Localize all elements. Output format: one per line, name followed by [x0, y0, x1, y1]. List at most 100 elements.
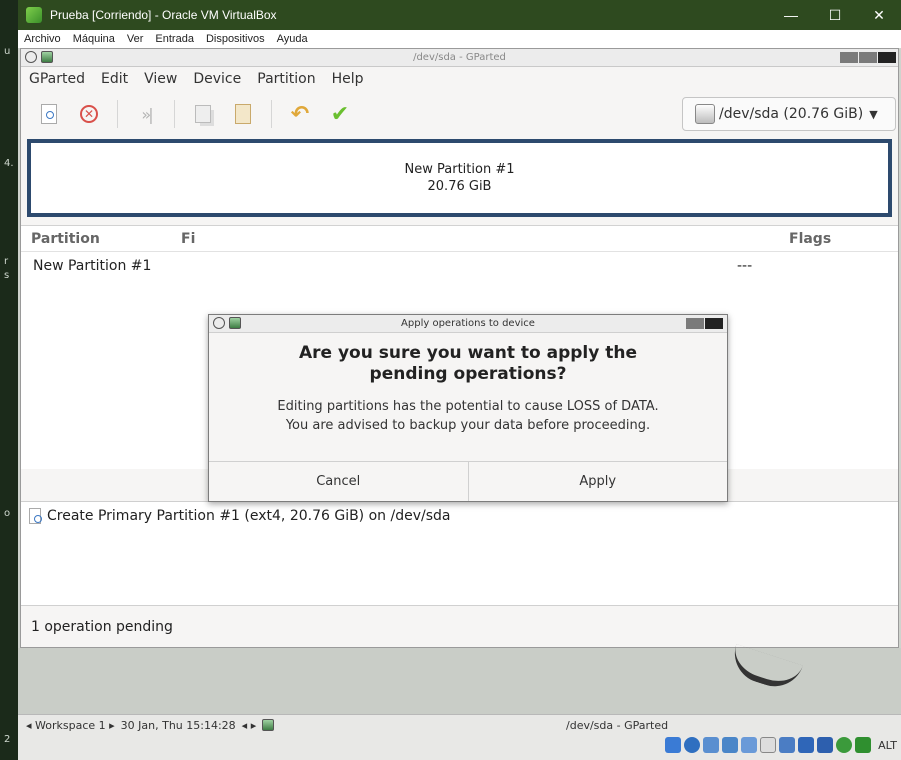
undo-button[interactable]: ↶ [288, 101, 312, 127]
dialog-maximize-button[interactable] [686, 318, 704, 329]
workspace-switcher[interactable]: ◂ Workspace 1 ▸ [26, 719, 115, 732]
paste-icon [235, 104, 251, 124]
menu-partition[interactable]: Partition [257, 71, 315, 87]
status-bar: 1 operation pending [21, 605, 898, 647]
window-controls: — ☐ ✕ [769, 0, 901, 30]
gparted-title-bar[interactable]: /dev/sda - GParted [21, 49, 898, 67]
menu-dispositivos[interactable]: Dispositivos [206, 33, 265, 45]
gparted-task-icon[interactable] [262, 719, 275, 731]
host-edge-glyph: 2 [4, 734, 11, 745]
virtualbox-app-icon [26, 7, 42, 23]
column-header-flags[interactable]: Flags [789, 231, 831, 247]
status-text: 1 operation pending [31, 618, 173, 635]
dialog-heading: Are you sure you want to apply the pendi… [298, 343, 638, 384]
host-edge-glyph: s [4, 270, 10, 281]
window-menu-icon[interactable] [213, 317, 225, 329]
menu-entrada[interactable]: Entrada [155, 33, 194, 45]
dialog-body: Editing partitions has the potential to … [209, 397, 727, 435]
undo-icon: ↶ [290, 101, 310, 127]
paste-button[interactable] [231, 102, 255, 126]
column-header-partition[interactable]: Partition [31, 231, 100, 247]
cpu-tray-icon[interactable] [817, 737, 834, 753]
apply-button[interactable]: Apply [467, 462, 727, 501]
usb-tray-icon[interactable] [703, 737, 720, 753]
dialog-body-line: Editing partitions has the potential to … [277, 399, 659, 414]
recording-tray-icon[interactable] [836, 737, 853, 753]
dialog-title-bar[interactable]: Apply operations to device [209, 315, 727, 333]
menu-view[interactable]: View [144, 71, 177, 87]
guest-display: /dev/sda - GParted GParted Edit View Dev… [18, 48, 901, 760]
menu-ver[interactable]: Ver [127, 33, 144, 45]
new-partition-button[interactable] [37, 102, 61, 126]
screen-tray-icon[interactable] [779, 737, 796, 753]
optical-drive-tray-icon[interactable] [684, 737, 701, 753]
guest-taskbar: ◂ Workspace 1 ▸ 30 Jan, Thu 15:14:28 ◂ ▸… [18, 714, 901, 760]
network-tray-icon[interactable] [722, 737, 739, 753]
toolbar-separator [174, 100, 175, 128]
disk-graph-partition-name: New Partition #1 [404, 162, 515, 177]
operation-text: Create Primary Partition #1 (ext4, 20.76… [47, 508, 451, 524]
menu-ayuda[interactable]: Ayuda [277, 33, 308, 45]
checkmark-icon: ✔ [330, 101, 350, 127]
toolbar-separator [271, 100, 272, 128]
new-partition-icon [41, 104, 57, 124]
minimize-button[interactable]: — [769, 0, 813, 30]
host-edge-glyph: 4. [4, 158, 14, 169]
audio-tray-icon[interactable] [665, 737, 682, 753]
cancel-button[interactable]: Cancel [209, 462, 468, 501]
menu-edit[interactable]: Edit [101, 71, 128, 87]
virtualbox-menu-bar: Archivo Máquina Ver Entrada Dispositivos… [18, 30, 901, 48]
maximize-button[interactable]: ☐ [813, 0, 857, 30]
device-selector-label: /dev/sda (20.76 GiB) [719, 106, 864, 122]
shared-folder-tray-icon[interactable] [741, 737, 758, 753]
chevron-down-icon: ▼ [869, 107, 878, 121]
gparted-maximize-button[interactable] [859, 52, 877, 63]
pending-operations-list: Create Primary Partition #1 (ext4, 20.76… [21, 501, 898, 605]
menu-archivo[interactable]: Archivo [24, 33, 61, 45]
disk-icon [695, 104, 715, 124]
display-tray-icon[interactable] [760, 737, 777, 753]
storage-tray-icon[interactable] [798, 737, 815, 753]
menu-gparted[interactable]: GParted [29, 71, 85, 87]
gparted-window-title: /dev/sda - GParted [413, 52, 506, 63]
toolbar-separator [117, 100, 118, 128]
device-selector[interactable]: /dev/sda (20.76 GiB) ▼ [682, 97, 896, 131]
clock: 30 Jan, Thu 15:14:28 [120, 718, 236, 732]
host-edge-glyph: o [4, 508, 11, 519]
host-edge-glyph: r [4, 256, 9, 267]
virtualbox-window: Prueba [Corriendo] - Oracle VM VirtualBo… [18, 0, 901, 760]
taskbar-item-gparted[interactable]: /dev/sda - GParted [566, 719, 668, 732]
dialog-body-line: You are advised to backup your data befo… [285, 418, 651, 433]
apply-operations-dialog: Apply operations to device Are you sure … [208, 314, 728, 502]
window-menu-icon[interactable] [25, 51, 37, 63]
partition-table-header: Partition Fi Flags [21, 226, 898, 252]
gparted-app-icon [229, 317, 241, 329]
menu-maquina[interactable]: Máquina [73, 33, 115, 45]
taskbar-nav[interactable]: ◂ ▸ [242, 719, 257, 732]
copy-icon [195, 105, 211, 123]
menu-device[interactable]: Device [193, 71, 241, 87]
gparted-menu-bar: GParted Edit View Device Partition Help [21, 67, 898, 91]
dialog-title: Apply operations to device [401, 318, 535, 329]
column-header-filesystem[interactable]: Fi [181, 231, 195, 247]
gparted-close-button[interactable] [878, 52, 896, 63]
delete-partition-button[interactable]: ✕ [77, 102, 101, 126]
gparted-app-icon [41, 51, 53, 63]
new-partition-icon [29, 508, 42, 524]
close-button[interactable]: ✕ [857, 0, 901, 30]
virtualbox-title-bar[interactable]: Prueba [Corriendo] - Oracle VM VirtualBo… [18, 0, 901, 30]
disk-graph[interactable]: New Partition #1 20.76 GiB [27, 139, 892, 217]
menu-help[interactable]: Help [332, 71, 364, 87]
virtualbox-window-title: Prueba [Corriendo] - Oracle VM VirtualBo… [50, 8, 277, 22]
table-row-flags: --- [737, 258, 753, 274]
guest-desktop-background [18, 643, 901, 714]
resize-move-button[interactable]: »| [134, 102, 158, 126]
table-row-partition[interactable]: New Partition #1 [33, 258, 151, 274]
dialog-close-button[interactable] [705, 318, 723, 329]
apply-all-button[interactable]: ✔ [328, 101, 352, 127]
list-item[interactable]: Create Primary Partition #1 (ext4, 20.76… [29, 508, 450, 524]
gparted-minimize-button[interactable] [840, 52, 858, 63]
mouse-integration-tray-icon[interactable] [855, 737, 872, 753]
host-key-label: ALT [878, 738, 897, 752]
copy-button[interactable] [191, 102, 215, 126]
